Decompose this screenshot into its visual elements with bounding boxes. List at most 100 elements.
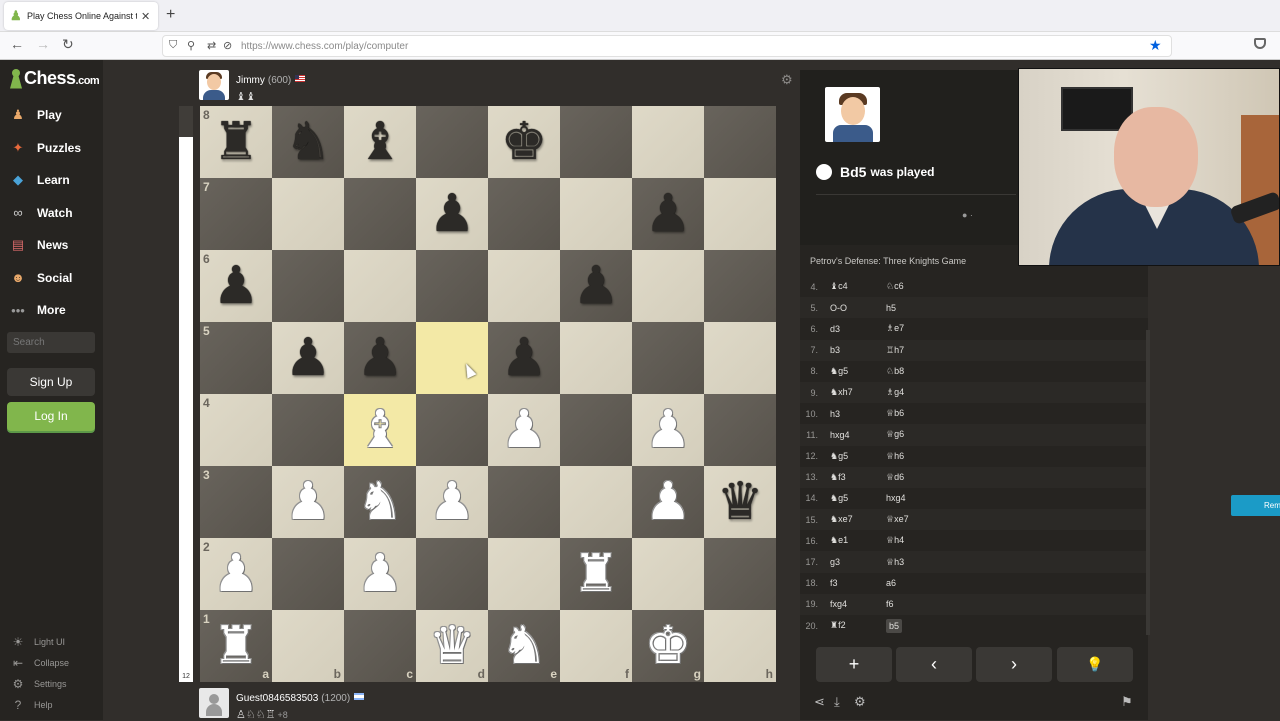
search-input[interactable]: Search [7, 332, 95, 353]
square-a7[interactable]: 7 [200, 178, 272, 250]
square-b1[interactable]: b [272, 610, 344, 682]
white-move[interactable]: fxg4 [830, 599, 886, 609]
square-h7[interactable] [704, 178, 776, 250]
square-f5[interactable] [560, 322, 632, 394]
white-piece-g4[interactable]: ♟ [632, 394, 704, 466]
square-c1[interactable]: c [344, 610, 416, 682]
square-d8[interactable] [416, 106, 488, 178]
white-piece-e4[interactable]: ♟ [488, 394, 560, 466]
address-bar[interactable]: ⛉ ⚲ ⇄ ⊘ https://www.chess.com/play/compu… [162, 35, 1172, 57]
white-move[interactable]: b3 [830, 345, 886, 355]
black-move[interactable]: h5 [886, 303, 946, 313]
square-f4[interactable] [560, 394, 632, 466]
lock-icon[interactable]: ⚲ [187, 39, 195, 52]
new-tab-icon[interactable]: + [166, 6, 175, 24]
white-move[interactable]: g3 [830, 557, 886, 567]
square-h3[interactable]: ♛ [704, 466, 776, 538]
square-h2[interactable] [704, 538, 776, 610]
square-d7[interactable]: ♟ [416, 178, 488, 250]
square-a2[interactable]: 2 ♟ [200, 538, 272, 610]
square-d3[interactable]: ♟ [416, 466, 488, 538]
chess-board[interactable]: 8 ♜ ♞ ♝ ♚ 7 ♟ ♟ 6 ♟ ♟ 5 ♟ ♟ ♟ 4 ♝ ♟ ♟ 3 ♟ ♞ ♟ ♟ ♛ 2 ♟ ♟ ♜ 1 a ♜ b c d ♛ e ♞ f g… [200, 106, 776, 682]
remind-button[interactable]: Remind [1231, 495, 1280, 516]
forward-icon[interactable]: → [36, 36, 50, 52]
white-move[interactable]: ♞e1 [830, 535, 886, 546]
white-piece-d1[interactable]: ♛ [416, 610, 488, 682]
square-e7[interactable] [488, 178, 560, 250]
permissions-icon[interactable]: ⇄ [207, 39, 216, 52]
white-move[interactable]: ♞xe7 [830, 514, 886, 525]
white-piece-d3[interactable]: ♟ [416, 466, 488, 538]
reload-icon[interactable]: ↻ [62, 36, 74, 53]
square-f6[interactable]: ♟ [560, 250, 632, 322]
sidebar-item-news[interactable]: ▤ News [8, 234, 69, 256]
black-move[interactable]: ♕d6 [886, 472, 946, 483]
square-d2[interactable] [416, 538, 488, 610]
square-f3[interactable] [560, 466, 632, 538]
black-move[interactable]: ♕h3 [886, 557, 946, 568]
settings-gear-icon[interactable]: ⚙ [854, 694, 866, 710]
shield-icon[interactable]: ⛉ [169, 39, 177, 52]
square-e8[interactable]: ♚ [488, 106, 560, 178]
black-move[interactable]: ♗g4 [886, 387, 946, 398]
white-move[interactable]: O-O [830, 303, 886, 313]
white-piece-c2[interactable]: ♟ [344, 538, 416, 610]
square-f7[interactable] [560, 178, 632, 250]
sidebar-item-social[interactable]: ☻ Social [8, 267, 72, 289]
black-piece-e8[interactable]: ♚ [488, 106, 560, 178]
pocket-icon[interactable] [1254, 38, 1266, 49]
chess-logo[interactable]: Chess.com [10, 68, 100, 89]
square-h1[interactable]: h [704, 610, 776, 682]
black-piece-b5[interactable]: ♟ [272, 322, 344, 394]
square-c6[interactable] [344, 250, 416, 322]
black-move[interactable]: f6 [886, 599, 946, 609]
black-piece-d7[interactable]: ♟ [416, 178, 488, 250]
square-d1[interactable]: d ♛ [416, 610, 488, 682]
square-b6[interactable] [272, 250, 344, 322]
share-icon[interactable]: ⋖ [814, 694, 825, 710]
square-h8[interactable] [704, 106, 776, 178]
jimmy-avatar[interactable] [199, 70, 229, 100]
square-b8[interactable]: ♞ [272, 106, 344, 178]
square-d4[interactable] [416, 394, 488, 466]
black-piece-b8[interactable]: ♞ [272, 106, 344, 178]
sidebar-item-puzzles[interactable]: ✦ Puzzles [8, 137, 81, 159]
sidebar-footer-collapse[interactable]: ⇤ Collapse [10, 656, 69, 670]
bookmark-star-icon[interactable]: ★ [1149, 37, 1162, 54]
black-move[interactable]: hxg4 [886, 493, 946, 503]
white-move[interactable]: ♞g5 [830, 451, 886, 462]
square-e1[interactable]: e ♞ [488, 610, 560, 682]
login-button[interactable]: Log In [7, 402, 95, 431]
download-icon[interactable]: ⤓ [834, 694, 840, 710]
black-piece-a8[interactable]: ♜ [200, 106, 272, 178]
guest-avatar[interactable] [199, 688, 229, 718]
square-g4[interactable]: ♟ [632, 394, 704, 466]
signup-button[interactable]: Sign Up [7, 368, 95, 396]
square-d5[interactable] [416, 322, 488, 394]
black-piece-e5[interactable]: ♟ [488, 322, 560, 394]
black-piece-a6[interactable]: ♟ [200, 250, 272, 322]
previous-move-button[interactable]: ‹ [896, 647, 972, 682]
board-settings-gear-icon[interactable]: ⚙ [781, 72, 793, 88]
square-e6[interactable] [488, 250, 560, 322]
white-piece-e1[interactable]: ♞ [488, 610, 560, 682]
move-list-scrollbar[interactable] [1146, 330, 1150, 635]
square-h6[interactable] [704, 250, 776, 322]
square-c7[interactable] [344, 178, 416, 250]
white-move[interactable]: ♞xh7 [830, 387, 886, 398]
white-move[interactable]: h3 [830, 409, 886, 419]
square-f8[interactable] [560, 106, 632, 178]
black-piece-c8[interactable]: ♝ [344, 106, 416, 178]
black-move[interactable]: ♕h4 [886, 535, 946, 546]
autoplay-blocked-icon[interactable]: ⊘ [223, 39, 232, 52]
black-move[interactable]: ♘c6 [886, 281, 946, 292]
square-g1[interactable]: g ♚ [632, 610, 704, 682]
black-move[interactable]: ♕h6 [886, 451, 946, 462]
square-b3[interactable]: ♟ [272, 466, 344, 538]
sidebar-footer-settings[interactable]: ⚙ Settings [10, 677, 67, 691]
square-c2[interactable]: ♟ [344, 538, 416, 610]
square-e4[interactable]: ♟ [488, 394, 560, 466]
square-g2[interactable] [632, 538, 704, 610]
square-f2[interactable]: ♜ [560, 538, 632, 610]
black-move[interactable]: b5 [886, 618, 903, 633]
